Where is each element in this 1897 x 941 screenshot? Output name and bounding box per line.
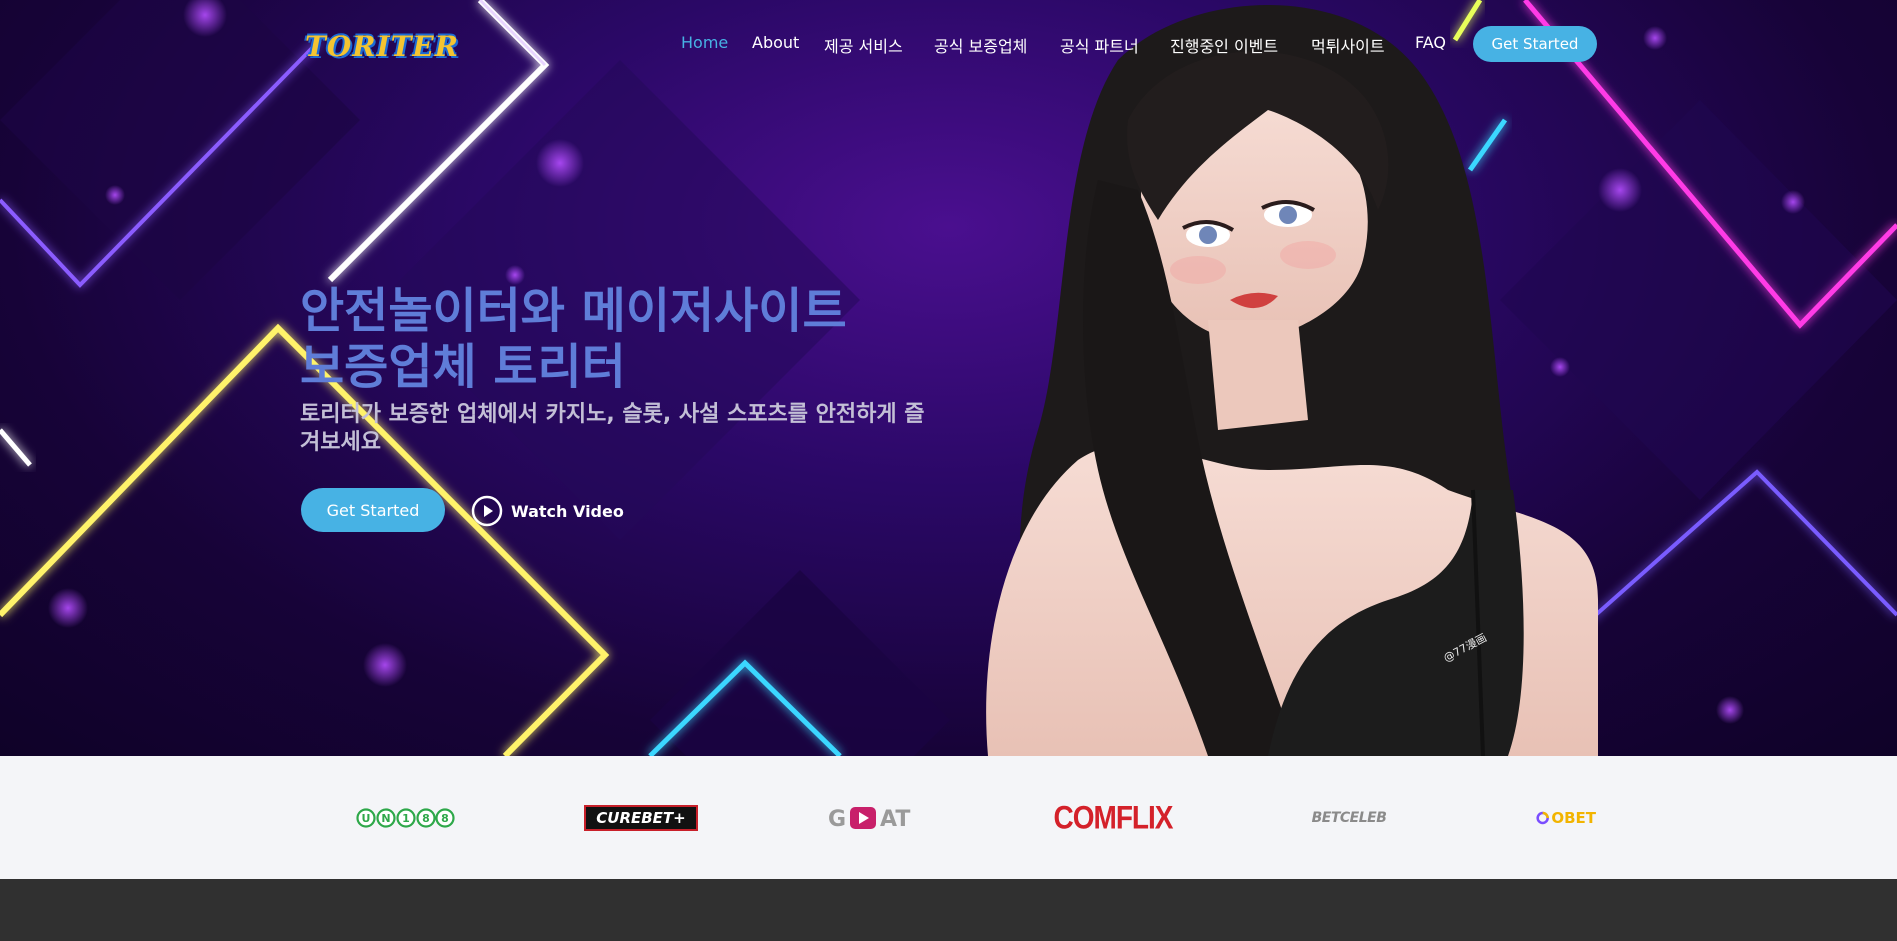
brand-logo[interactable]: TORITER — [305, 30, 459, 63]
watch-video-link[interactable]: Watch Video — [471, 493, 624, 529]
clients-section — [0, 756, 1897, 879]
nav-services[interactable]: 제공 서비스 — [824, 33, 903, 57]
hero-title: 안전놀이터와 메이저사이트 보증업체 토리터 — [300, 283, 940, 395]
watch-video-label: Watch Video — [511, 501, 624, 521]
goat-logo-icon: G AT — [828, 807, 910, 832]
footer-band — [0, 879, 1897, 941]
hero-portrait-image: @77漫画 — [986, 5, 1598, 756]
nav-scam-sites[interactable]: 먹튀사이트 — [1311, 33, 1385, 57]
hero-subtitle: 토리터가 보증한 업체에서 카지노, 슬롯, 사설 스포츠를 안전하게 즐겨보세… — [300, 402, 925, 455]
svg-text:U: U — [362, 812, 371, 825]
hero-title-line-2: 보증업체 토리터 — [300, 339, 626, 395]
nav-get-started-button[interactable]: Get Started — [1473, 26, 1597, 62]
obet-logo-icon — [1536, 811, 1549, 825]
svg-text:1: 1 — [402, 812, 410, 825]
hero-title-line-1: 안전놀이터와 메이저사이트 — [300, 283, 847, 339]
comflix-logo-text: COMFLIX — [1053, 799, 1174, 836]
svg-text:G: G — [828, 807, 846, 832]
un188-logo-icon: UN188 — [356, 808, 455, 828]
svg-text:8: 8 — [441, 812, 449, 825]
betceleb-logo-text: BETCELEB — [1311, 810, 1387, 826]
client-logo-un188[interactable]: UN188 — [355, 800, 455, 836]
nav-faq[interactable]: FAQ — [1415, 33, 1446, 52]
nav-official-partners-verified[interactable]: 공식 보증업체 — [934, 33, 1027, 57]
svg-text:8: 8 — [422, 812, 430, 825]
client-logo-obet[interactable]: OBET — [1536, 800, 1596, 836]
nav-events[interactable]: 진행중인 이벤트 — [1170, 33, 1278, 57]
nav-home[interactable]: Home — [681, 33, 728, 52]
hero-section: @77漫画 TORITER Home About 제공 서비스 공식 보증업체 … — [0, 0, 1897, 756]
client-logo-comflix[interactable]: COMFLIX — [1054, 800, 1174, 836]
nav-about[interactable]: About — [752, 33, 799, 52]
client-logo-betceleb[interactable]: BETCELEB — [1311, 800, 1387, 836]
hero-get-started-button[interactable]: Get Started — [301, 488, 445, 532]
nav-official-partner[interactable]: 공식 파트너 — [1060, 33, 1139, 57]
svg-text:N: N — [381, 812, 390, 825]
curebet-logo-text: CUREBET+ — [584, 805, 698, 831]
top-navigation: TORITER Home About 제공 서비스 공식 보증업체 공식 파트너… — [0, 0, 1897, 88]
play-circle-icon — [471, 495, 503, 527]
svg-text:AT: AT — [880, 807, 910, 832]
client-logo-goat[interactable]: G AT — [828, 800, 926, 836]
obet-logo-text: OBET — [1551, 809, 1596, 827]
client-logo-curebet[interactable]: CUREBET+ — [583, 800, 699, 836]
